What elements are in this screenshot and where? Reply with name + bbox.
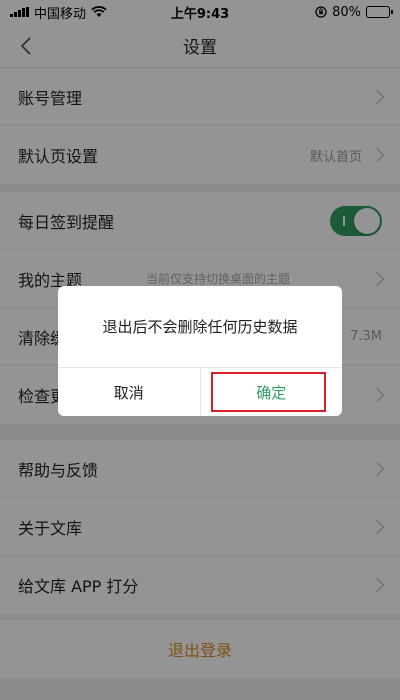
cancel-button[interactable]: 取消 [58, 368, 201, 416]
highlight-box [210, 372, 326, 412]
confirm-button[interactable]: 确定 [201, 368, 343, 416]
cancel-label: 取消 [113, 383, 144, 402]
dialog-message: 退出后不会删除任何历史数据 [58, 286, 342, 368]
logout-confirm-dialog: 退出后不会删除任何历史数据 取消 确定 [58, 286, 342, 416]
